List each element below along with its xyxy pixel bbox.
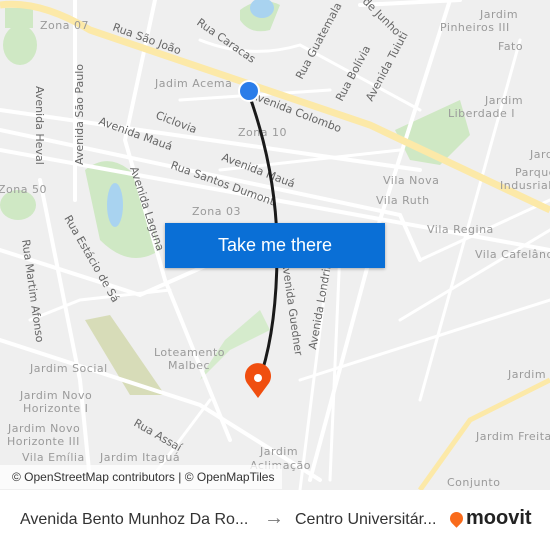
area-label: Jardim I <box>507 368 550 381</box>
area-label: Jadim Acema <box>154 77 232 90</box>
area-label: Vila Cafelândia <box>475 248 550 261</box>
street-label: Avenida Heval <box>33 86 46 165</box>
area-label: Vila Emília <box>22 451 85 464</box>
moovit-wordmark: moovit <box>466 507 532 529</box>
street-label: Rua Martim Afonso <box>19 239 46 344</box>
area-label: Zona 50 <box>0 183 47 196</box>
area-label: Vila Ruth <box>376 194 430 207</box>
area-label: Jardim Social <box>29 362 108 375</box>
map[interactable]: Zona 07 Rua São João Rua Caracas Rua Gua… <box>0 0 550 490</box>
area-label: Jardim Novo <box>19 389 92 402</box>
arrow-right-icon: → <box>264 507 284 529</box>
area-label: Zona 07 <box>40 19 89 32</box>
route-footer: Avenida Bento Munhoz Da Ro... → Centro U… <box>0 490 550 550</box>
moovit-logo[interactable]: moovit <box>447 507 532 530</box>
area-label: Jardim Itaguá <box>99 451 180 464</box>
area-label: Horizonte III <box>7 435 80 448</box>
area-label: Jardim <box>484 94 523 107</box>
area-label: Jardim Novo <box>7 422 80 435</box>
area-label: Jardim <box>479 8 518 21</box>
street-label: Avenida Londrina <box>306 254 335 350</box>
street-label: Rua Guatemala <box>293 0 344 81</box>
area-label: Fato <box>498 40 523 53</box>
area-label: Zona 03 <box>192 205 241 218</box>
area-label: Malbec <box>168 359 210 372</box>
area-label: Parque <box>515 166 550 179</box>
area-label: Conjunto <box>447 476 500 489</box>
destination-marker-icon[interactable] <box>245 363 271 398</box>
moovit-pin-icon <box>447 509 466 528</box>
area-label: Horizonte I <box>23 402 88 415</box>
area-label: Indusrial <box>500 179 550 192</box>
area-label: Liberdade I <box>448 107 515 120</box>
destination-name: Centro Universitár... <box>295 511 437 528</box>
street-label: Rua Assaí <box>132 416 185 454</box>
area-label: Vila Regina <box>427 223 494 236</box>
area-label: Jardim Freitas <box>475 430 550 443</box>
area-label: Pinheiros III <box>440 21 510 34</box>
street-label: Avenida São Paulo <box>73 64 86 165</box>
area-label: Loteamento <box>154 346 225 359</box>
origin-marker[interactable] <box>238 80 260 102</box>
street-label: Avenida Guedner <box>279 261 305 357</box>
origin-name: Avenida Bento Munhoz Da Ro... <box>20 511 249 528</box>
take-me-there-button[interactable]: Take me there <box>165 223 385 268</box>
area-label: Jardim <box>529 148 550 161</box>
area-label: Vila Nova <box>383 174 439 187</box>
map-attribution[interactable]: © OpenStreetMap contributors | © OpenMap… <box>0 465 283 489</box>
area-label: Jardim <box>259 445 298 458</box>
